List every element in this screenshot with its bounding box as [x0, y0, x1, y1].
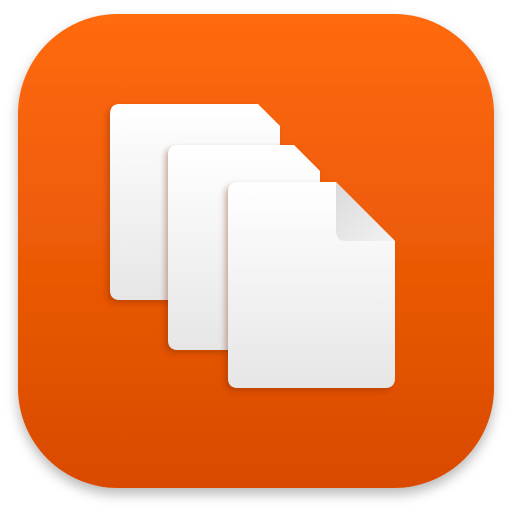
- app-icon-stage: [0, 0, 512, 512]
- stacked-documents-icon[interactable]: [0, 0, 512, 512]
